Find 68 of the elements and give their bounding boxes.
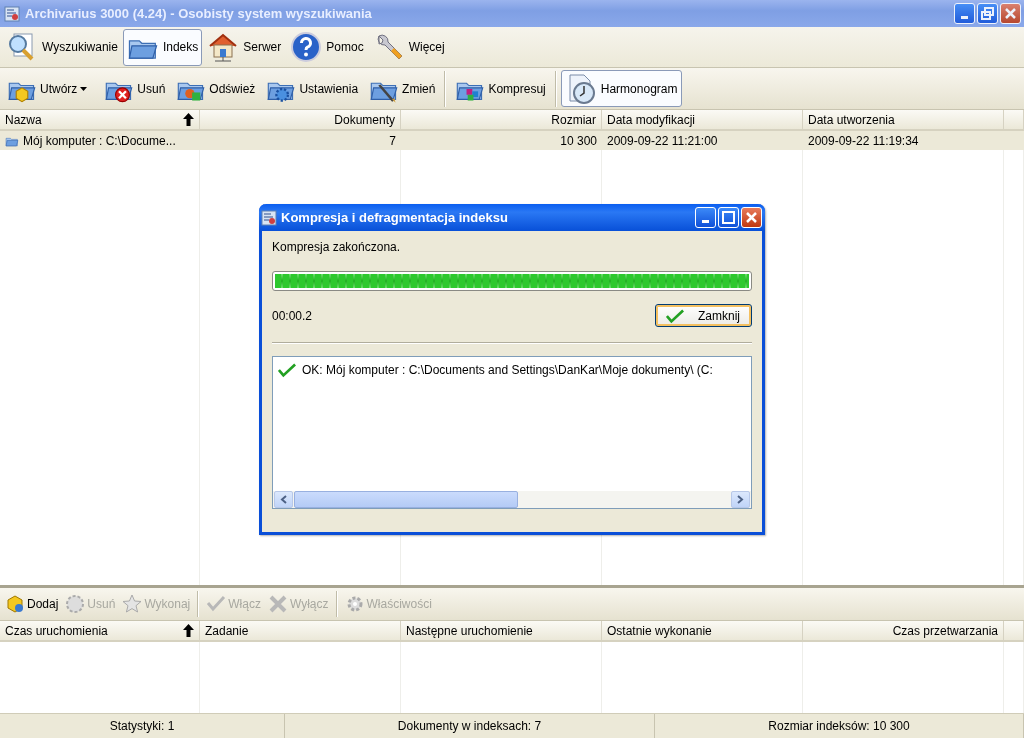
toolbar-tab[interactable]: Pomoc [286,28,368,66]
column-header[interactable]: Następne uruchomienie [401,621,602,640]
toolbar-button[interactable]: Utwórz [2,70,99,107]
table-cell: 2009-09-22 11:21:00 [607,133,718,148]
app-logo-icon [4,5,20,22]
column-header[interactable]: Czas przetwarzania [803,621,1004,640]
scrollbar-thumb[interactable] [294,491,518,508]
toolbar-button[interactable]: Dodaj [2,592,62,616]
check-icon [206,594,227,614]
toolbar-button[interactable]: Usuń [99,70,171,107]
star-icon [122,594,143,614]
scroll-left-button[interactable] [274,491,293,508]
app-logo-icon [261,209,277,226]
status-text: Dokumenty w indeksach: 7 [285,714,655,738]
column-header[interactable]: Dokumenty [200,110,401,129]
status-message: Kompresja zakończona. [272,240,402,256]
minimize-icon [961,16,968,19]
cube-add-icon [5,594,25,614]
caret-icon[interactable] [80,86,88,91]
gear-circle-icon [65,594,86,614]
toolbar-button[interactable]: Ustawienia [261,70,364,107]
toolbar-button[interactable]: Harmonogram [560,70,683,107]
close-button[interactable] [1000,3,1021,24]
chevron-left-icon [280,495,287,504]
help-icon [290,31,323,63]
minimize-icon [702,220,709,223]
column-header[interactable]: Rozmiar [401,110,602,129]
cross-icon [267,594,288,614]
horizontal-scrollbar[interactable] [273,491,751,508]
minimize-button[interactable] [954,3,975,24]
status-text: Statystyki: 1 [0,714,285,738]
toolbar-tab[interactable]: Serwer [203,28,286,66]
toolbar-tab[interactable]: Indeks [122,28,203,66]
minimize-button[interactable] [695,207,716,228]
dialog-title: Kompresja i defragmentacja indeksu [281,210,509,225]
sort-up-icon [183,113,194,126]
log-entry: OK: Mój komputer : C:\Documents and Settings\DanKar\Moje dokumenty\ (C: [302,363,713,377]
column-header[interactable]: Nazwa [0,110,200,129]
maximize-button[interactable] [718,207,739,228]
column-header[interactable]: Zadanie [200,621,401,640]
table-cell: 2009-09-22 11:19:34 [808,133,919,148]
column-header[interactable]: Czas uruchomienia [0,621,200,640]
sort-up-icon [183,624,194,637]
toolbar-tab[interactable]: Wyszukiwanie [2,28,122,66]
maximize-icon [722,211,735,224]
close-dialog-button[interactable]: Zamknij [655,304,752,327]
close-button[interactable] [741,207,762,228]
toolbar-button[interactable]: Kompresuj [450,70,551,107]
column-header[interactable]: Ostatnie wykonanie [602,621,803,640]
table-cell: 10 300 [560,133,597,148]
table-cell: Mój komputer : C:\Docume... [23,133,176,148]
column-header[interactable]: Data utworzenia [803,110,1004,129]
restore-button[interactable] [977,3,998,24]
table-row[interactable]: Mój komputer : C:\Docume... 7 10 300 2009-09-22 11:21:00 2009-09-22 11:19:34 [0,131,1024,150]
table-cell: 7 [389,133,396,148]
scroll-right-button[interactable] [731,491,750,508]
close-icon [745,211,758,224]
toolbar-button[interactable]: Odśwież [171,70,261,107]
toolbar-button[interactable]: Zmień [364,70,441,107]
status-text: Rozmiar indeksów: 10 300 [655,714,1024,738]
chevron-right-icon [737,495,744,504]
close-icon [1004,7,1017,20]
toolbar-tab[interactable]: Więcej [368,28,449,66]
elapsed-time: 00:00.2 [272,308,313,323]
window-title: Archivarius 3000 (4.24) - Osobisty system wyszukiwania [25,6,373,21]
column-header[interactable]: Data modyfikacji [602,110,803,129]
restore-icon [981,7,994,20]
ok-check-icon [278,361,296,379]
